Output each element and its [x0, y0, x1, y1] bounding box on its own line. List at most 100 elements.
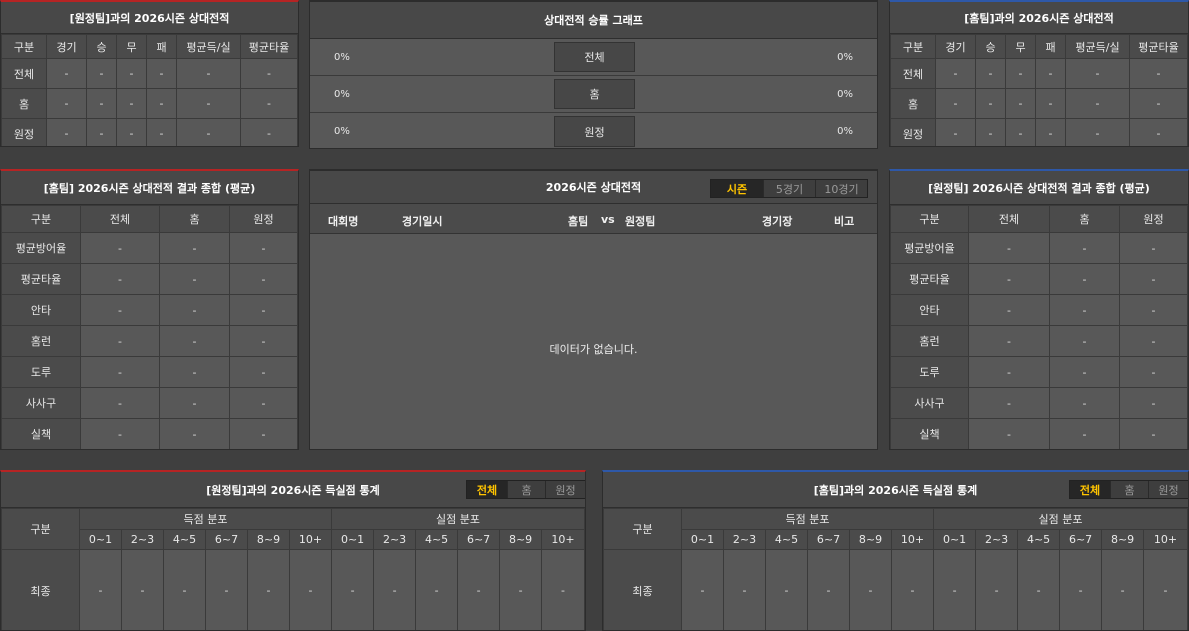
table-cell: -: [46, 118, 87, 146]
col-header: 무: [1005, 34, 1036, 59]
col-header: 무: [116, 34, 147, 59]
range-header: 2~3: [373, 529, 417, 550]
row-label: 도루: [890, 356, 969, 388]
row-label: 평균방어율: [1, 232, 81, 264]
table-row: 사사구 - - -: [1, 387, 298, 419]
home-record-panel: [홈팀]과의 2026시즌 상대전적 구분 경기 승 무 패 평균득/실 평균타…: [889, 0, 1189, 147]
table-cell: -: [807, 549, 850, 630]
tab-home[interactable]: 홈: [507, 481, 545, 498]
table-cell: -: [1005, 88, 1036, 119]
table-cell: -: [121, 549, 164, 630]
range-header: 6~7: [205, 529, 248, 550]
table-cell: -: [968, 356, 1050, 388]
empty-message: 데이터가 없습니다.: [549, 343, 638, 356]
row-label: 안타: [1, 294, 81, 326]
home-summary-table: 구분 전체 홈 원정 평균방어율 - - - 평균타율 - - - 안타 - - - 홈런 - - - …: [1, 205, 298, 449]
table-cell: -: [1119, 356, 1188, 388]
table-cell: -: [1129, 58, 1188, 89]
tab-season[interactable]: 시즌: [711, 180, 763, 197]
table-cell: -: [415, 549, 459, 630]
range-header: 6~7: [1059, 529, 1103, 550]
tab-10-games[interactable]: 10경기: [815, 180, 867, 197]
table-row: 평균타율 - - -: [1, 263, 298, 295]
graph-row-label: 원정: [554, 116, 635, 147]
record-range-tabs: 시즌 5경기 10경기: [710, 179, 868, 198]
season-record-panel: 2026시즌 상대전적 시즌 5경기 10경기 대회명 경기일시 홈팀 vs 원…: [309, 169, 878, 450]
table-cell: -: [247, 549, 290, 630]
table-row: 홈런 - - -: [890, 325, 1188, 357]
table-cell: -: [86, 118, 117, 146]
tab-home[interactable]: 홈: [1110, 481, 1148, 498]
row-label: 홈런: [890, 325, 969, 357]
home-score-table: 구분 득점 분포 실점 분포 0~1 2~3 4~5 6~7 8~9 10+ 0…: [603, 508, 1188, 630]
col-note: 비고: [834, 215, 855, 228]
range-header: 10+: [1143, 529, 1188, 550]
row-label: 실책: [1, 418, 81, 449]
graph-row: 0% 전체 0%: [310, 39, 877, 76]
tab-5-games[interactable]: 5경기: [763, 180, 815, 197]
table-cell: -: [1035, 58, 1066, 89]
table-cell: -: [1119, 418, 1188, 449]
table-row: 홈 - - - - - -: [1, 88, 298, 119]
table-row: 평균방어율 - - -: [890, 232, 1188, 264]
table-cell: -: [229, 387, 298, 419]
row-label: 최종: [1, 549, 80, 630]
table-cell: -: [935, 118, 976, 146]
tab-away[interactable]: 원정: [545, 481, 585, 498]
table-cell: -: [1049, 418, 1120, 449]
tab-all[interactable]: 전체: [1070, 481, 1110, 498]
table-cell: -: [935, 88, 976, 119]
col-header: 구분: [1, 34, 47, 59]
table-row: 홈 - - - - - -: [890, 88, 1188, 119]
range-header: 8~9: [849, 529, 892, 550]
table-cell: -: [159, 232, 230, 264]
home-record-table: 구분 경기 승 무 패 평균득/실 평균타율 전체 - - - - - - 홈 …: [890, 34, 1188, 146]
conceded-distribution-header: 실점 분포: [331, 508, 585, 530]
range-header: 2~3: [975, 529, 1019, 550]
table-cell: -: [1049, 325, 1120, 357]
table-row: 도루 - - -: [1, 356, 298, 388]
table-cell: -: [1065, 118, 1130, 146]
table-cell: -: [159, 263, 230, 295]
table-row: 사사구 - - -: [890, 387, 1188, 419]
table-cell: -: [159, 387, 230, 419]
table-cell: -: [146, 118, 177, 146]
range-header: 6~7: [457, 529, 501, 550]
table-cell: -: [1143, 549, 1188, 630]
table-cell: -: [1119, 387, 1188, 419]
conceded-distribution-header: 실점 분포: [933, 508, 1188, 530]
table-cell: -: [968, 325, 1050, 357]
col-header: 구분: [1, 205, 81, 233]
col-header: 구분: [1, 508, 80, 550]
table-cell: -: [80, 356, 160, 388]
table-cell: -: [86, 88, 117, 119]
table-cell: -: [1005, 58, 1036, 89]
table-cell: -: [499, 549, 543, 630]
table-cell: -: [240, 88, 298, 119]
range-header: 0~1: [933, 529, 977, 550]
away-record-panel: [원정팀]과의 2026시즌 상대전적 구분 경기 승 무 패 평균득/실 평균…: [0, 0, 299, 147]
row-label: 평균방어율: [890, 232, 969, 264]
table-cell: -: [541, 549, 585, 630]
table-cell: -: [240, 58, 298, 89]
scored-distribution-header: 득점 분포: [78, 508, 333, 530]
away-score-table: 구분 득점 분포 실점 분포 0~1 2~3 4~5 6~7 8~9 10+ 0…: [1, 508, 585, 630]
table-cell: -: [176, 118, 241, 146]
tab-away[interactable]: 원정: [1148, 481, 1188, 498]
col-header: 홈: [159, 205, 230, 233]
table-cell: -: [116, 58, 147, 89]
graph-right-percent: 0%: [837, 126, 853, 137]
col-header: 구분: [890, 205, 969, 233]
row-label: 전체: [890, 58, 936, 89]
home-record-title: [홈팀]과의 2026시즌 상대전적: [890, 2, 1188, 34]
table-cell: -: [975, 549, 1019, 630]
table-cell: -: [229, 356, 298, 388]
row-label: 원정: [1, 118, 47, 146]
table-cell: -: [1049, 232, 1120, 264]
graph-left-percent: 0%: [334, 51, 350, 63]
table-cell: -: [1005, 118, 1036, 146]
col-header: 구분: [603, 508, 682, 550]
tab-all[interactable]: 전체: [467, 481, 507, 498]
row-label: 전체: [1, 58, 47, 89]
col-home: 홈팀: [568, 215, 589, 228]
